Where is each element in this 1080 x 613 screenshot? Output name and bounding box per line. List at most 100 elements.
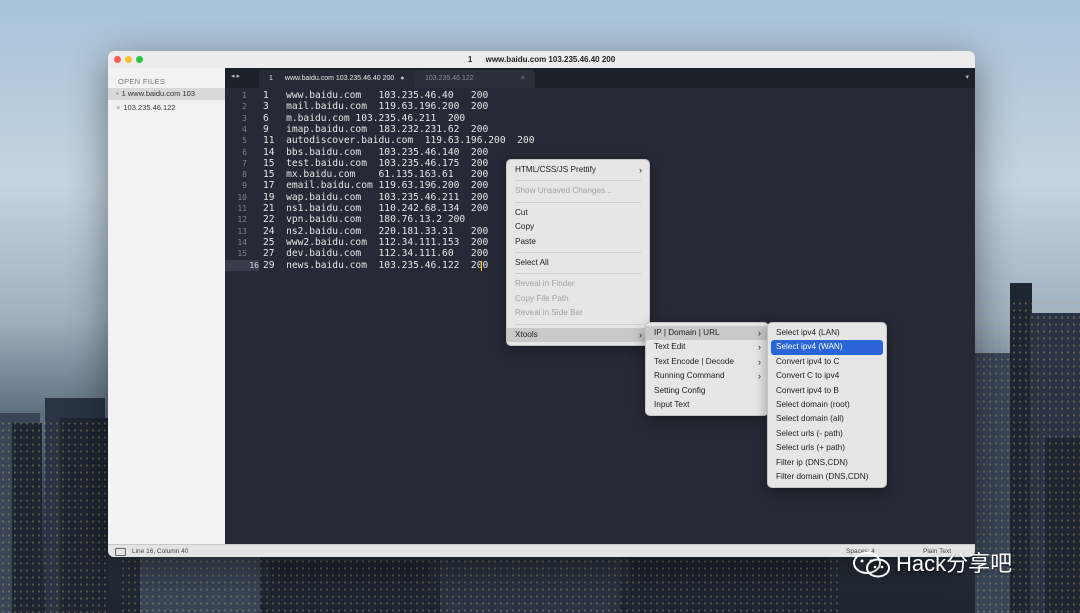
chevron-right-icon: › [639,329,642,340]
ip-item-select-urls-path[interactable]: Select urls (- path) [768,427,886,441]
unsaved-dot-icon[interactable]: ● [400,75,404,82]
context-menu: HTML/CSS/JS Prettify › Show Unsaved Change… [506,159,650,346]
line-number: 5 [242,136,247,146]
menu-item-show-unsaved-changes: Show Unsaved Changes... [515,186,612,196]
line-text: 15 test.baidu.com 103.235.46.175 200 [263,157,489,169]
line-number: 6 [242,147,247,157]
line-text: 19 wap.baidu.com 103.235.46.211 200 [263,191,489,203]
chevron-right-icon: › [758,356,761,367]
menu-item-select-all[interactable]: Select All [507,256,649,270]
chevron-right-icon: › [758,328,761,338]
ip-item-select-domain-all[interactable]: Select domain (all) [768,412,886,426]
tab-bar: ◂ ▸ 1 www.baidu.com 103.235.46.40 200 ● 10… [225,68,975,88]
ip-item-convert-ipv4-to-c[interactable]: Convert ipv4 to C [768,355,886,369]
line-text: 11 autodiscover.baidu.com 119.63.196.200… [263,135,535,147]
line-number: 10 [237,192,247,202]
ip-item-convert-ipv4-to-b[interactable]: Convert ipv4 to B [768,384,886,398]
code-line[interactable]: 1 1 www.baidu.com 103.235.46.40 200 [225,90,975,101]
menu-item-cut[interactable]: Cut [507,206,649,220]
ip-item-filter-ip-dns-cdn[interactable]: Filter ip (DNS,CDN) [768,456,886,470]
menu-separator [515,323,641,325]
line-number: 14 [237,237,247,247]
line-text: 15 mx.baidu.com 61.135.163.61 200 [263,169,489,181]
ip-item-select-ipv4-lan[interactable]: Select ipv4 (LAN) [768,326,886,340]
menu-separator [515,251,641,253]
ip-item-select-domain-root[interactable]: Select domain (root) [768,398,886,412]
xtools-item-setting-config[interactable]: Setting Config [646,384,768,398]
code-line[interactable]: 4 9 imap.baidu.com 183.232.231.62 200 [225,124,975,135]
ip-item-filter-domain-dns-cdn[interactable]: Filter domain (DNS,CDN) [768,470,886,484]
tab-inactive[interactable]: 103.235.46.122 × [415,70,535,88]
window-title: 1 www.baidu.com 103.235.46.40 200 [467,55,616,64]
cursor-position: Line 16, Column 40 [132,548,189,555]
line-number: 13 [237,226,247,236]
line-number: 3 [242,113,247,123]
line-number: 4 [242,124,247,134]
line-text: 3 mail.baidu.com 119.63.196.200 200 [263,101,489,113]
tab-active[interactable]: 1 www.baidu.com 103.235.46.40 200 ● [259,70,429,88]
close-tab-icon[interactable]: × [521,70,525,88]
maximize-window-button[interactable] [136,56,143,63]
line-text: 27 dev.baidu.com 112.34.111.60 200 [263,248,489,260]
chevron-right-icon: › [758,371,761,382]
panel-toggle-icon[interactable] [115,548,126,556]
line-text: 9 imap.baidu.com 183.232.231.62 200 [263,123,489,135]
xtools-item-text-edit[interactable]: Text Edit › [646,340,768,354]
text-caret [481,260,482,271]
ip-item-select-urls-path[interactable]: Select urls (+ path) [768,441,886,455]
line-text: 17 email.baidu.com 119.63.196.200 200 [263,180,489,192]
tab-dropdown-icon[interactable]: ▾ [965,73,969,81]
code-line[interactable]: 2 3 mail.baidu.com 119.63.196.200 200 [225,101,975,112]
chevron-right-icon: › [639,165,642,175]
line-text: 25 www2.baidu.com 112.34.111.153 200 [263,236,489,248]
sidebar-file-2[interactable]: × 103.235.46.122 [108,102,225,114]
menu-separator [515,273,641,275]
xtools-item-text-encode-decode[interactable]: Text Encode | Decode › [646,355,768,369]
menu-separator [515,180,641,182]
code-line[interactable]: 5 11 autodiscover.baidu.com 119.63.196.20… [225,135,975,146]
line-text: 1 www.baidu.com 103.235.46.40 200 [263,90,489,101]
open-files-header: OPEN FILES [118,77,166,86]
ip-domain-url-submenu: Select ipv4 (LAN) Select ipv4 (WAN) Conver… [767,322,887,489]
status-bar: Line 16, Column 40 Spaces: 4 Plain Text [108,544,975,557]
menu-item-copy-file-path: Copy File Path [515,293,569,303]
xtools-item-input-text[interactable]: Input Text [646,398,768,412]
close-icon[interactable]: × [116,103,120,112]
line-text: 6 m.baidu.com 103.235.46.211 200 [263,112,466,124]
xtools-item-ip-domain-url[interactable]: IP | Domain | URL › [646,326,768,341]
code-line[interactable]: 3 6 m.baidu.com 103.235.46.211 200 [225,113,975,124]
line-number: 9 [242,181,247,191]
line-number: 15 [237,249,247,259]
menu-item-paste[interactable]: Paste [507,235,649,249]
menu-item-reveal-in-finder: Reveal in Finder [515,279,575,289]
line-text: 14 bbs.baidu.com 103.235.46.140 200 [263,146,489,158]
line-number: 1 [242,91,247,100]
wechat-logo-icon [853,552,890,578]
line-number: 11 [237,204,247,213]
close-window-button[interactable] [114,56,121,63]
title-bar: 1 www.baidu.com 103.235.46.40 200 [108,51,975,69]
line-text: 22 vpn.baidu.com 180.76.13.2 200 [263,214,466,226]
tab-nav-arrows-icon[interactable]: ◂ ▸ [231,72,240,80]
minimize-window-button[interactable] [125,56,132,63]
line-number: 16 [225,259,259,271]
watermark: Hack分享吧 [852,544,1052,584]
chevron-right-icon: › [758,342,761,353]
ip-item-convert-c-to-ipv4[interactable]: Convert C to ipv4 [768,369,886,383]
code-line[interactable]: 6 14 bbs.baidu.com 103.235.46.140 200 [225,147,975,158]
menu-item-xtools[interactable]: Xtools › [507,327,649,342]
menu-item-reveal-in-side-bar: Reveal in Side Bar [515,308,583,318]
xtools-item-running-command[interactable]: Running Command › [646,369,768,383]
dirty-indicator-icon: • [116,89,119,98]
line-number: 8 [242,170,247,180]
sidebar-file-1[interactable]: • 1 www.baidu.com 103 [108,88,225,100]
line-text: 21 ns1.baidu.com 110.242.68.134 200 [263,203,489,214]
line-text: 29 news.baidu.com 103.235.46.122 200 [263,259,489,271]
menu-item-html-css-js-prettify[interactable]: HTML/CSS/JS Prettify › [507,163,649,177]
line-text: 24 ns2.baidu.com 220.181.33.31 200 [263,225,489,237]
xtools-submenu: IP | Domain | URL › Text Edit › Text Encode … [645,322,769,417]
menu-separator [515,201,641,203]
ip-item-select-ipv4-wan[interactable]: Select ipv4 (WAN) [771,340,883,355]
sidebar: OPEN FILES • 1 www.baidu.com 103 × 103.235… [108,68,226,544]
menu-item-copy[interactable]: Copy [507,220,649,234]
